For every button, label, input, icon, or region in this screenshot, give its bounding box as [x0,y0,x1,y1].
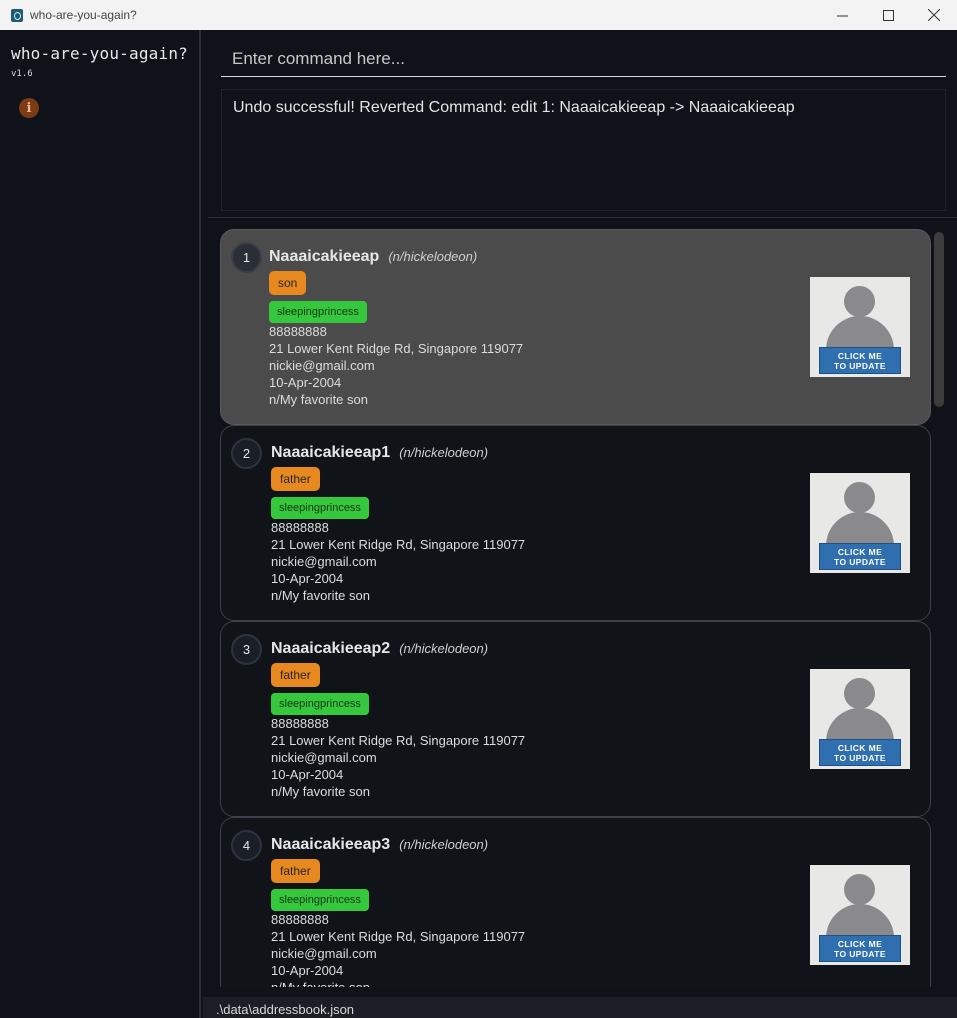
divider [208,217,957,218]
person-address: 21 Lower Kent Ridge Rd, Singapore 119077 [269,341,524,356]
main-panel: Undo successful! Reverted Command: edit … [203,30,957,1018]
person-phone: 88888888 [271,520,329,535]
maximize-button[interactable] [865,0,911,30]
person-email: nickie@gmail.com [271,946,377,961]
person-birthday: 10-Apr-2004 [269,375,342,390]
person-name: Naaaicakieeap [269,248,380,265]
person-phone: 88888888 [271,912,329,927]
data-file-path: .\data\addressbook.json [216,1002,355,1017]
person-card[interactable]: 4 Naaaicakieeap3 (n/hickelodeon) father slee… [220,817,931,987]
person-name: Naaaicakieeap1 [271,444,391,461]
person-nickname: (n/hickelodeon) [388,249,478,264]
result-text: Undo successful! Reverted Command: edit … [233,99,795,116]
app-name: who-are-you-again? [11,44,188,63]
minimize-icon [836,15,848,16]
update-photo-label: CLICK ME TO UPDATE [819,347,901,374]
close-button[interactable] [911,0,957,30]
name-row: Naaaicakieeap (n/hickelodeon) [269,248,523,266]
person-birthday: 10-Apr-2004 [271,963,344,978]
person-details: Naaaicakieeap (n/hickelodeon) son sleepingp… [269,248,523,408]
app-version: v1.6 [11,69,33,79]
maximize-icon [882,9,894,21]
person-tag: sleepingprincess [271,889,369,911]
avatar-head-icon [844,482,875,513]
name-row: Naaaicakieeap3 (n/hickelodeon) [271,836,525,854]
profile-photo-button[interactable]: CLICK ME TO UPDATE [810,669,910,769]
profile-photo-button[interactable]: CLICK ME TO UPDATE [810,865,910,965]
person-tag: sleepingprincess [271,497,369,519]
person-card[interactable]: 1 Naaaicakieeap (n/hickelodeon) son sleeping… [220,229,931,425]
person-nickname: (n/hickelodeon) [399,837,489,852]
person-name: Naaaicakieeap3 [271,836,391,853]
info-icon[interactable]: i [19,98,39,118]
person-nickname: (n/hickelodeon) [399,641,489,656]
command-input[interactable] [221,42,946,76]
person-index: 1 [231,242,262,273]
minimize-button[interactable] [819,0,865,30]
window-controls [819,0,957,30]
profile-photo-button[interactable]: CLICK ME TO UPDATE [810,473,910,573]
app-logo-icon [11,8,23,22]
person-phone: 88888888 [271,716,329,731]
window-title: who-are-you-again? [30,8,137,22]
result-display: Undo successful! Reverted Command: edit … [221,89,946,211]
name-row: Naaaicakieeap1 (n/hickelodeon) [271,444,525,462]
person-birthday: 10-Apr-2004 [271,571,344,586]
person-remark: n/My favorite son [271,588,370,603]
person-details: Naaaicakieeap1 (n/hickelodeon) father sleep… [271,444,525,604]
person-list-scrollbar[interactable] [934,232,944,407]
close-icon [928,9,940,21]
person-remark: n/My favorite son [271,784,370,799]
person-email: nickie@gmail.com [271,554,377,569]
avatar-head-icon [844,286,875,317]
update-photo-label: CLICK ME TO UPDATE [819,543,901,570]
profile-photo-button[interactable]: CLICK ME TO UPDATE [810,277,910,377]
person-card[interactable]: 2 Naaaicakieeap1 (n/hickelodeon) father slee… [220,425,931,621]
person-address: 21 Lower Kent Ridge Rd, Singapore 119077 [271,733,526,748]
person-birthday: 10-Apr-2004 [271,767,344,782]
relationship-tag: father [271,859,320,883]
relationship-tag: son [269,271,307,295]
sidebar: who-are-you-again? v1.6 i [0,30,201,1018]
name-row: Naaaicakieeap2 (n/hickelodeon) [271,640,525,658]
avatar-head-icon [844,678,875,709]
avatar-head-icon [844,874,875,905]
person-index: 2 [231,438,262,469]
person-tag: sleepingprincess [269,301,367,323]
relationship-tag: father [271,663,320,687]
person-index: 3 [231,634,262,665]
person-phone: 88888888 [269,324,327,339]
update-photo-label: CLICK ME TO UPDATE [819,935,901,962]
person-details: Naaaicakieeap3 (n/hickelodeon) father sleep… [271,836,525,987]
status-bar: .\data\addressbook.json [203,997,957,1018]
person-email: nickie@gmail.com [269,358,375,373]
person-card[interactable]: 3 Naaaicakieeap2 (n/hickelodeon) father slee… [220,621,931,817]
person-address: 21 Lower Kent Ridge Rd, Singapore 119077 [271,929,526,944]
update-photo-label: CLICK ME TO UPDATE [819,739,901,766]
person-tag: sleepingprincess [271,693,369,715]
person-address: 21 Lower Kent Ridge Rd, Singapore 119077 [271,537,526,552]
person-email: nickie@gmail.com [271,750,377,765]
title-bar: who-are-you-again? [0,0,957,30]
command-box [221,42,946,77]
person-remark: n/My favorite son [271,979,525,987]
person-name: Naaaicakieeap2 [271,640,391,657]
person-remark: n/My favorite son [269,392,368,407]
person-index: 4 [231,830,262,861]
relationship-tag: father [271,467,320,491]
person-details: Naaaicakieeap2 (n/hickelodeon) father sleep… [271,640,525,800]
person-nickname: (n/hickelodeon) [399,445,489,460]
person-list: 1 Naaaicakieeap (n/hickelodeon) son sleeping… [220,229,935,987]
